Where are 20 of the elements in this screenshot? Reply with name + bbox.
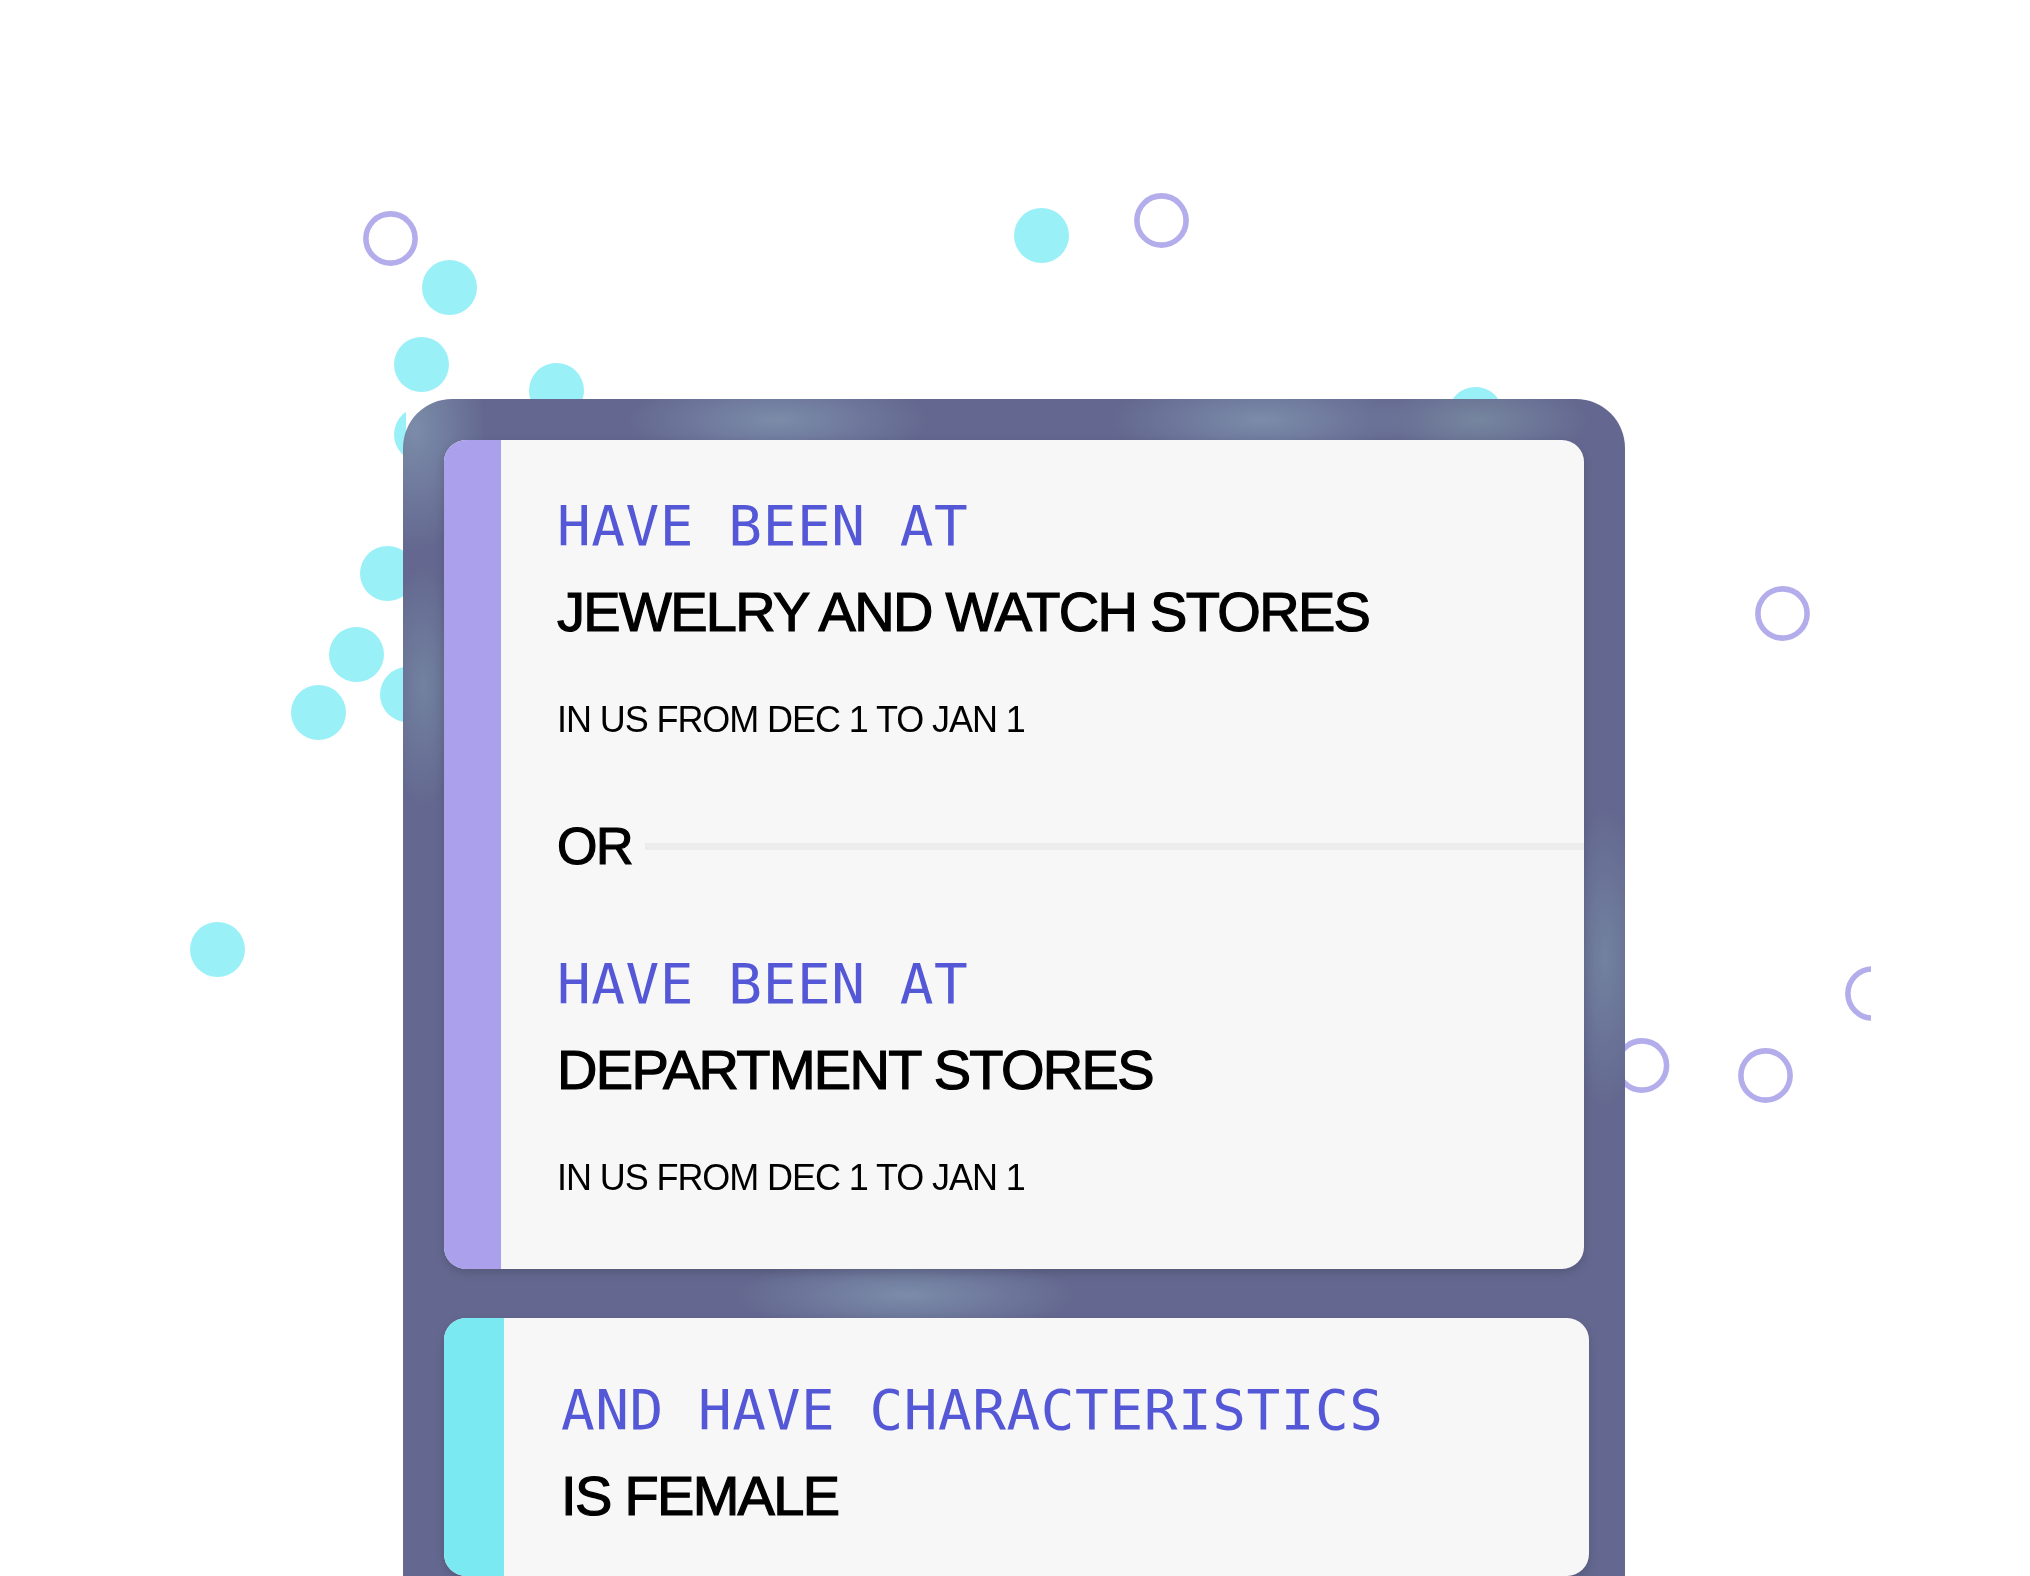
condition-label: HAVE BEEN AT	[557, 498, 969, 554]
condition-label: AND HAVE CHARACTERISTICS	[561, 1382, 1384, 1438]
condition-label: HAVE BEEN AT	[557, 956, 969, 1012]
operator-label: OR	[557, 820, 632, 872]
condition-detail: IN US FROM DEC 1 TO JAN 1	[557, 1160, 1025, 1196]
ring-icon	[362, 211, 418, 267]
ring-icon	[1738, 1047, 1794, 1103]
dot-icon	[1013, 207, 1069, 263]
ring-icon	[1754, 585, 1810, 641]
ring-icon	[1134, 193, 1189, 249]
dot-icon	[190, 921, 245, 977]
condition-value: JEWELRY AND WATCH STORES	[557, 584, 1370, 640]
dot-icon	[290, 684, 346, 740]
dot-icon	[394, 336, 450, 392]
condition-detail: IN US FROM DEC 1 TO JAN 1	[557, 702, 1025, 738]
condition-value: DEPARTMENT STORES	[557, 1042, 1153, 1098]
dot-icon	[422, 259, 478, 315]
ring-icon	[1845, 965, 1871, 1021]
ring-icon	[1625, 1037, 1670, 1093]
condition-value: IS FEMALE	[561, 1468, 839, 1524]
